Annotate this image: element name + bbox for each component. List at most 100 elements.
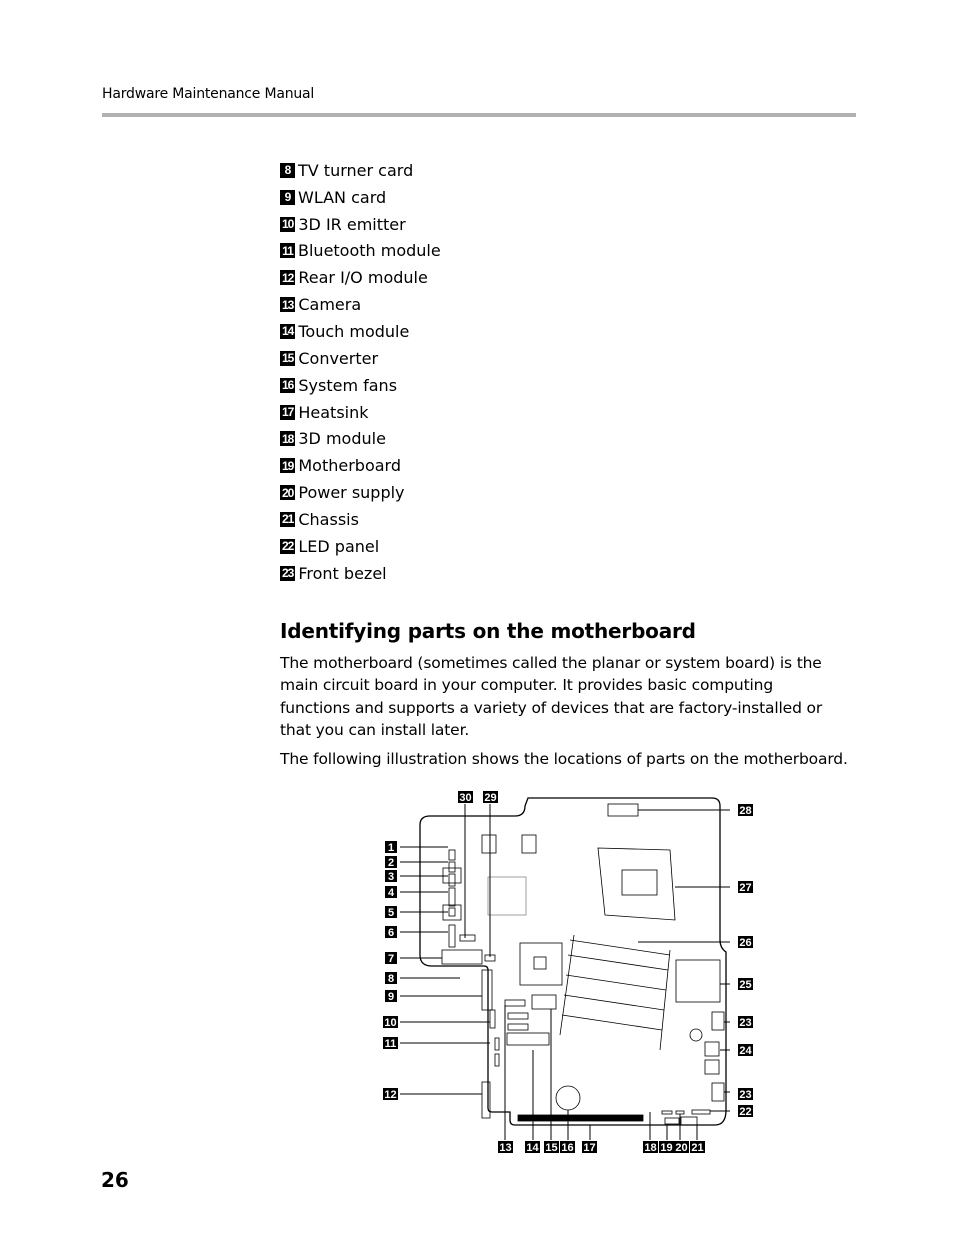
callout-18: 18 (643, 1141, 658, 1154)
list-item: 22 LED panel (280, 533, 441, 560)
svg-text:13: 13 (499, 1142, 511, 1154)
callout-21: 21 (690, 1141, 705, 1154)
list-item: 18 3D module (280, 425, 441, 452)
callout-28: 28 (738, 804, 753, 817)
callout-number: 19 (280, 458, 296, 474)
callout-27: 27 (738, 881, 753, 894)
callout-19: 19 (659, 1141, 674, 1154)
list-item: 23 Front bezel (280, 560, 441, 587)
list-item-label: Motherboard (298, 456, 401, 476)
motherboard-diagram: 1 2 3 4 5 6 7 8 9 10 11 12 30 29 28 27 2… (383, 791, 753, 1154)
callout-1: 1 (385, 841, 397, 854)
svg-text:8: 8 (388, 973, 394, 985)
list-item-label: Converter (298, 348, 379, 368)
svg-text:6: 6 (388, 927, 394, 939)
list-item: 10 3D IR emitter (280, 211, 441, 238)
svg-text:27: 27 (739, 882, 751, 894)
intro-paragraph: The motherboard (sometimes called the pl… (280, 654, 823, 739)
svg-text:5: 5 (388, 907, 394, 919)
figure-intro-paragraph: The following illustration shows the loc… (280, 750, 848, 768)
list-item-label: TV turner card (298, 160, 414, 180)
callout-number: 20 (280, 485, 296, 501)
parts-list: 8 TV turner card 9 WLAN card 10 3D IR emitt… (280, 157, 441, 587)
list-item: 17 Heatsink (280, 399, 441, 426)
board-outline (419, 797, 727, 1126)
list-item: 16 System fans (280, 372, 441, 399)
callout-11: 11 (383, 1037, 398, 1050)
svg-text:24: 24 (739, 1045, 752, 1057)
callout-22: 22 (738, 1105, 753, 1118)
callout-30: 30 (458, 791, 473, 804)
callout-17: 17 (582, 1141, 597, 1154)
section-heading: Identifying parts on the motherboard (280, 619, 696, 643)
list-item-label: Chassis (298, 509, 359, 529)
callout-15: 15 (544, 1141, 559, 1154)
callout-number: 21 (280, 511, 296, 527)
list-item-label: Front bezel (298, 563, 387, 583)
svg-text:15: 15 (545, 1142, 557, 1154)
callout-13: 13 (498, 1141, 513, 1154)
list-item-label: Power supply (298, 483, 405, 503)
list-item: 14 Touch module (280, 318, 441, 345)
running-head: Hardware Maintenance Manual (102, 86, 315, 102)
list-item-label: 3D module (298, 429, 386, 449)
callout-10: 10 (383, 1016, 398, 1029)
callout-23-upper: 23 (738, 1016, 753, 1029)
header-rule (102, 113, 856, 117)
callout-number: 18 (280, 431, 296, 447)
svg-text:10: 10 (384, 1017, 396, 1029)
list-item: 15 Converter (280, 345, 441, 372)
list-item: 8 TV turner card (280, 157, 441, 184)
svg-text:30: 30 (459, 792, 471, 804)
callout-number: 11 (280, 243, 295, 259)
list-item-label: Heatsink (298, 402, 369, 422)
svg-text:7: 7 (388, 953, 394, 965)
list-item-label: WLAN card (298, 187, 387, 207)
svg-text:1: 1 (388, 842, 394, 854)
svg-text:16: 16 (561, 1142, 573, 1154)
callout-8: 8 (385, 972, 397, 985)
callout-25: 25 (738, 978, 753, 991)
list-item-label: Bluetooth module (298, 241, 441, 261)
callout-number: 17 (280, 404, 296, 420)
svg-text:12: 12 (384, 1089, 396, 1101)
callout-number: 13 (280, 297, 296, 313)
svg-text:23: 23 (739, 1089, 751, 1101)
callout-number: 22 (280, 538, 296, 554)
list-item-label: Touch module (298, 321, 410, 341)
svg-text:4: 4 (388, 887, 395, 899)
list-item: 12 Rear I/O module (280, 264, 441, 291)
list-item: 11 Bluetooth module (280, 238, 441, 265)
list-item-label: LED panel (298, 536, 380, 556)
callout-number: 16 (280, 377, 296, 393)
callout-3: 3 (385, 870, 397, 883)
callout-9: 9 (385, 990, 397, 1003)
list-item-label: Camera (298, 295, 362, 315)
svg-text:2: 2 (388, 857, 394, 869)
callout-12: 12 (383, 1088, 398, 1101)
leader-lines (400, 804, 730, 1140)
svg-text:18: 18 (644, 1142, 656, 1154)
list-item: 19 Motherboard (280, 452, 441, 479)
svg-text:23: 23 (739, 1017, 751, 1029)
callout-number: 12 (280, 270, 296, 286)
list-item: 21 Chassis (280, 506, 441, 533)
svg-text:19: 19 (660, 1142, 672, 1154)
svg-text:14: 14 (526, 1142, 539, 1154)
svg-text:17: 17 (583, 1142, 595, 1154)
svg-text:20: 20 (675, 1142, 687, 1154)
callout-number: 9 (280, 189, 295, 205)
svg-text:3: 3 (388, 871, 394, 883)
svg-text:21: 21 (691, 1142, 703, 1154)
callout-4: 4 (385, 886, 397, 899)
callout-number: 23 (280, 565, 296, 581)
callout-24: 24 (738, 1044, 753, 1057)
callout-29: 29 (483, 791, 498, 804)
list-item-label: System fans (298, 375, 398, 395)
svg-text:28: 28 (739, 805, 751, 817)
callout-number: 14 (280, 323, 296, 339)
list-item: 20 Power supply (280, 479, 441, 506)
callout-number: 10 (280, 216, 296, 232)
callout-20: 20 (674, 1141, 689, 1154)
callout-6: 6 (385, 926, 397, 939)
